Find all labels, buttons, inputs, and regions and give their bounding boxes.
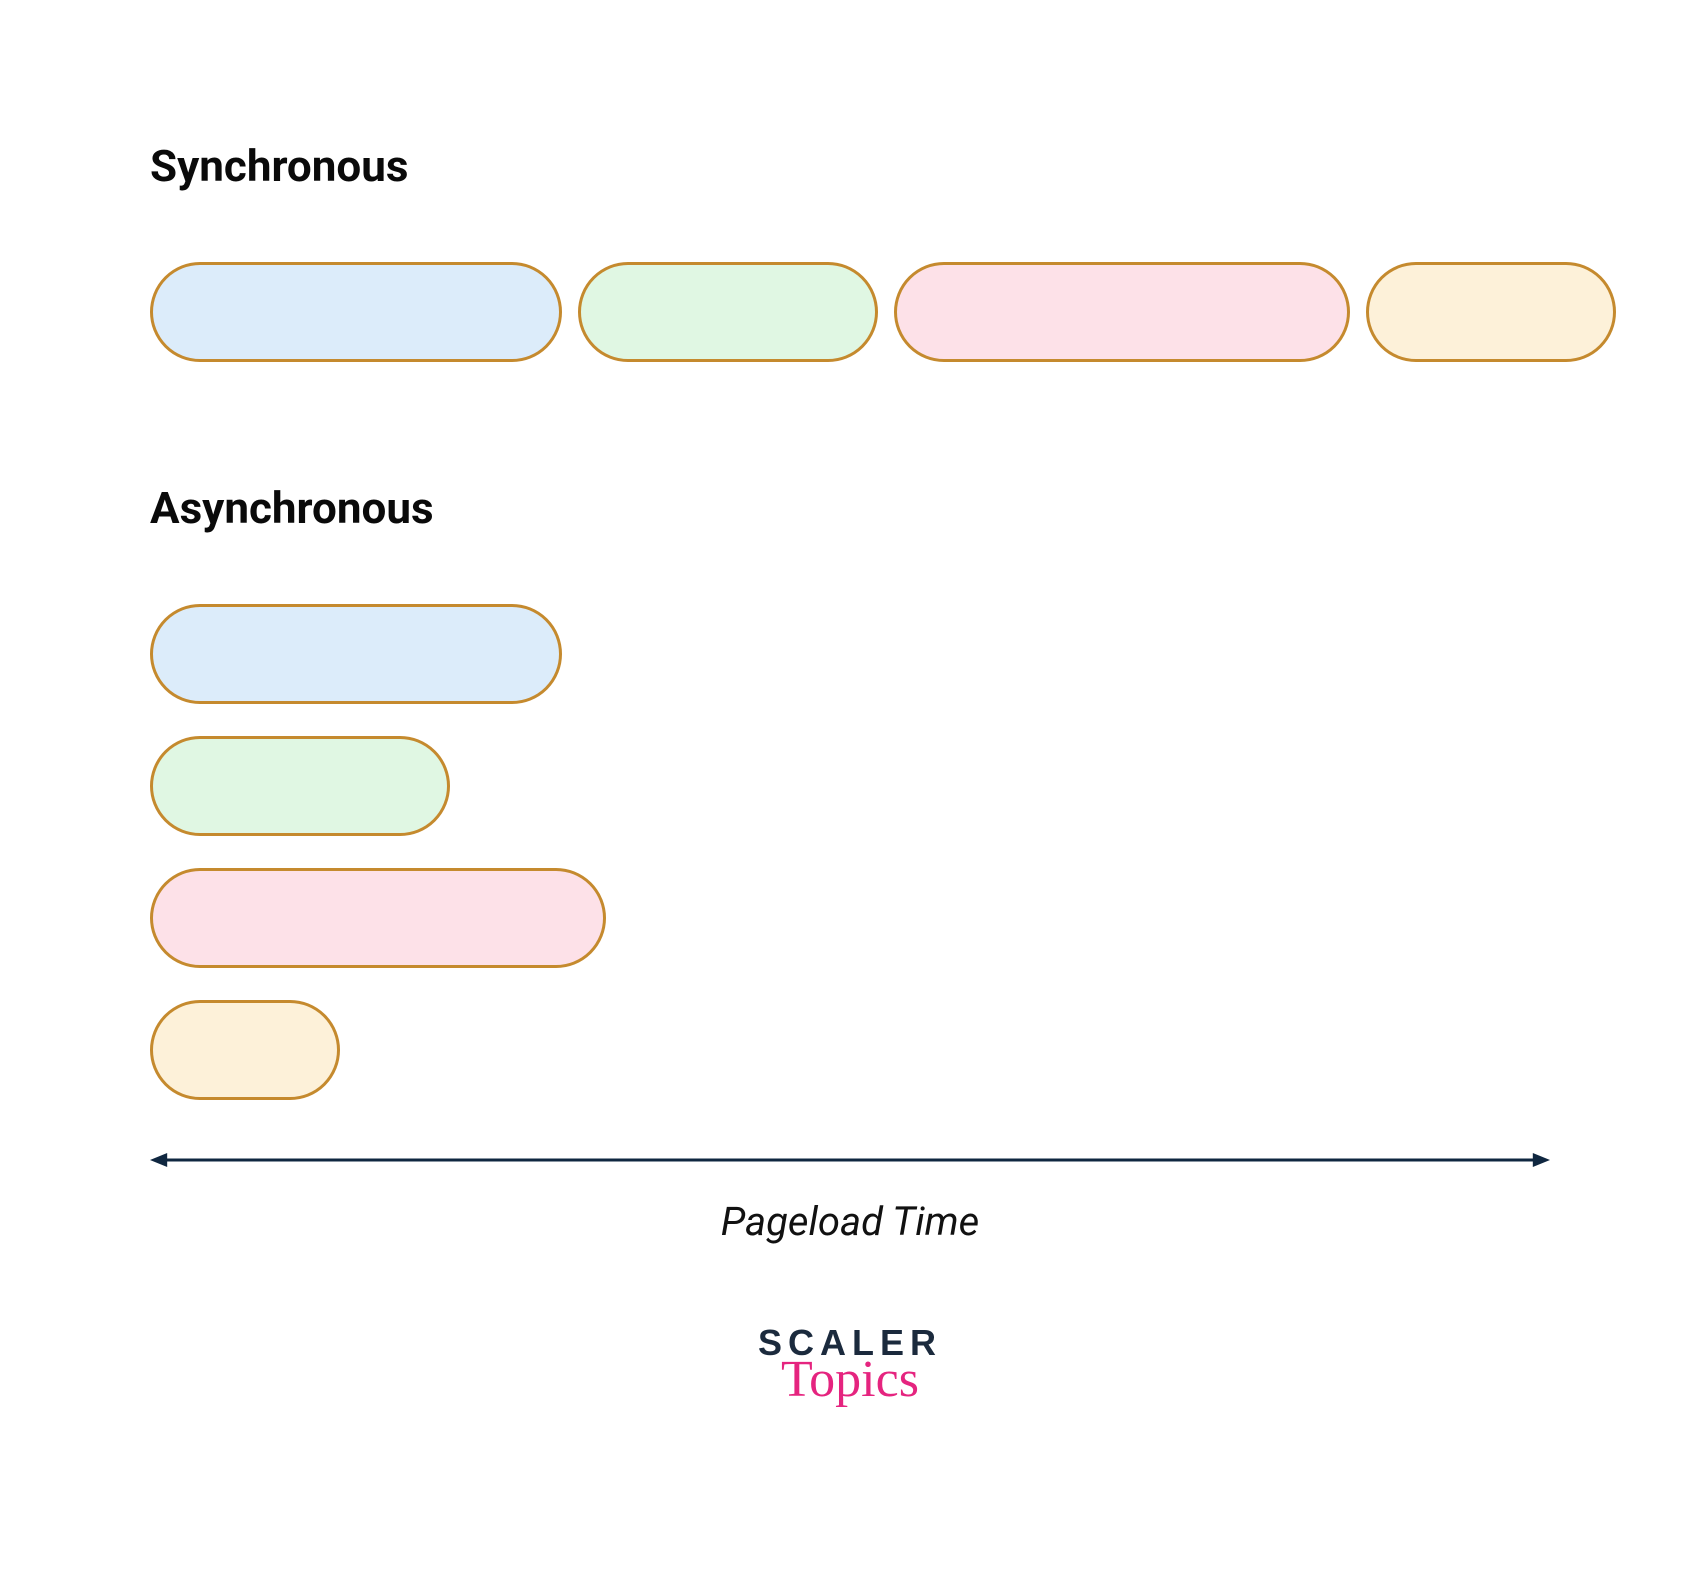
task-pill [150, 736, 450, 836]
task-pill [150, 1000, 340, 1100]
synchronous-row [150, 262, 1550, 362]
task-pill [150, 262, 562, 362]
asynchronous-stack [150, 604, 1550, 1100]
heading-asynchronous: Asynchronous [150, 482, 1550, 534]
task-pill [1366, 262, 1616, 362]
heading-synchronous: Synchronous [150, 140, 1550, 192]
task-pill [894, 262, 1350, 362]
logo-text-bottom: Topics [150, 1357, 1550, 1404]
double-arrow-icon [150, 1150, 1550, 1170]
scaler-topics-logo: SCALER Topics [150, 1325, 1550, 1404]
task-pill [150, 868, 606, 968]
task-pill [150, 604, 562, 704]
task-pill [578, 262, 878, 362]
axis-label: Pageload Time [150, 1198, 1550, 1245]
pageload-time-axis: Pageload Time [150, 1150, 1550, 1245]
axis-arrow-line [150, 1150, 1550, 1170]
